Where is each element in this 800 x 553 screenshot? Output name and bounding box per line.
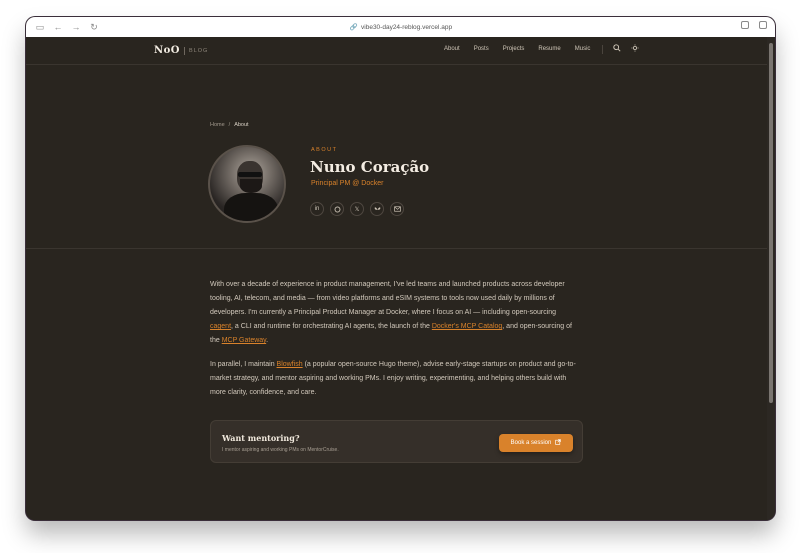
book-session-button[interactable]: Book a session — [499, 434, 573, 452]
linkedin-icon[interactable]: in — [310, 202, 324, 216]
link-mcp-gateway[interactable]: MCP Gateway — [222, 337, 266, 344]
email-icon[interactable] — [390, 202, 404, 216]
page-title: Nuno Coração — [310, 158, 430, 176]
browser-window: ▭ ← → ↻ 🔗 vibe30-day24-reblog.vercel.app… — [26, 17, 775, 520]
about-text: With over a decade of experience in prod… — [210, 278, 580, 410]
nav-link-posts[interactable]: Posts — [474, 46, 489, 52]
link-cagent[interactable]: cagent — [210, 323, 231, 330]
bluesky-icon[interactable] — [370, 202, 384, 216]
sidebar-icon[interactable]: ▭ — [34, 21, 46, 33]
breadcrumb-home[interactable]: Home — [210, 122, 225, 128]
nav-link-resume[interactable]: Resume — [538, 46, 560, 52]
external-link-icon — [555, 439, 562, 447]
extension-icon[interactable] — [741, 21, 749, 29]
logo-divider — [184, 46, 186, 55]
address-bar[interactable]: 🔗 vibe30-day24-reblog.vercel.app — [326, 20, 476, 34]
nav-link-about[interactable]: About — [444, 46, 460, 52]
logo-subtitle: BLOG — [189, 47, 209, 54]
text-run: . — [266, 337, 269, 344]
section-divider — [26, 248, 767, 249]
forward-icon[interactable]: → — [70, 21, 82, 33]
link-blowfish[interactable]: Blowfish — [277, 361, 303, 368]
reload-icon[interactable]: ↻ — [88, 21, 100, 33]
cta-subtitle: I mentor aspiring and working PMs on Men… — [222, 447, 339, 453]
nav-link-music[interactable]: Music — [575, 46, 591, 52]
text-run: , a CLI and runtime for orchestrating AI… — [231, 323, 432, 330]
browser-toolbar: ▭ ← → ↻ 🔗 vibe30-day24-reblog.vercel.app — [26, 17, 775, 38]
url-text: vibe30-day24-reblog.vercel.app — [361, 23, 453, 31]
x-icon[interactable]: 𝕏 — [350, 202, 364, 216]
cta-title: Want mentoring? — [222, 433, 300, 443]
paragraph: In parallel, I maintain Blowfish (a popu… — [210, 358, 580, 400]
site-logo[interactable]: NoO BLOG — [154, 45, 208, 56]
nav-divider — [602, 45, 603, 54]
text-run: With over a decade of experience in prod… — [210, 281, 565, 316]
github-icon[interactable] — [330, 202, 344, 216]
profile-role: Principal PM @ Docker — [311, 180, 384, 187]
breadcrumb: Home / About — [210, 122, 249, 128]
link-mcp-catalog[interactable]: Docker's MCP Catalog — [432, 323, 502, 330]
tabs-icon[interactable] — [759, 21, 767, 29]
text-run: In parallel, I maintain — [210, 361, 277, 368]
page-content: NoO BLOG About Posts Projects Resume Mus… — [26, 37, 775, 520]
nav-link-projects[interactable]: Projects — [503, 46, 525, 52]
paragraph: With over a decade of experience in prod… — [210, 278, 580, 348]
back-icon[interactable]: ← — [52, 21, 64, 33]
breadcrumb-current: About — [234, 122, 249, 128]
social-links: in 𝕏 — [310, 202, 404, 216]
avatar — [208, 145, 286, 223]
link-icon: 🔗 — [349, 24, 359, 31]
logo-mark: NoO — [154, 45, 181, 56]
section-label: ABOUT — [311, 147, 338, 153]
search-icon[interactable] — [613, 44, 621, 55]
scrollbar-thumb[interactable] — [769, 43, 773, 403]
mentoring-card: Want mentoring? I mentor aspiring and wo… — [210, 420, 583, 463]
site-header: NoO BLOG About Posts Projects Resume Mus… — [26, 37, 767, 65]
button-label: Book a session — [510, 440, 552, 446]
nav-links: About Posts Projects Resume Music — [444, 46, 590, 52]
breadcrumb-separator: / — [228, 122, 231, 128]
sun-icon[interactable] — [631, 44, 639, 55]
